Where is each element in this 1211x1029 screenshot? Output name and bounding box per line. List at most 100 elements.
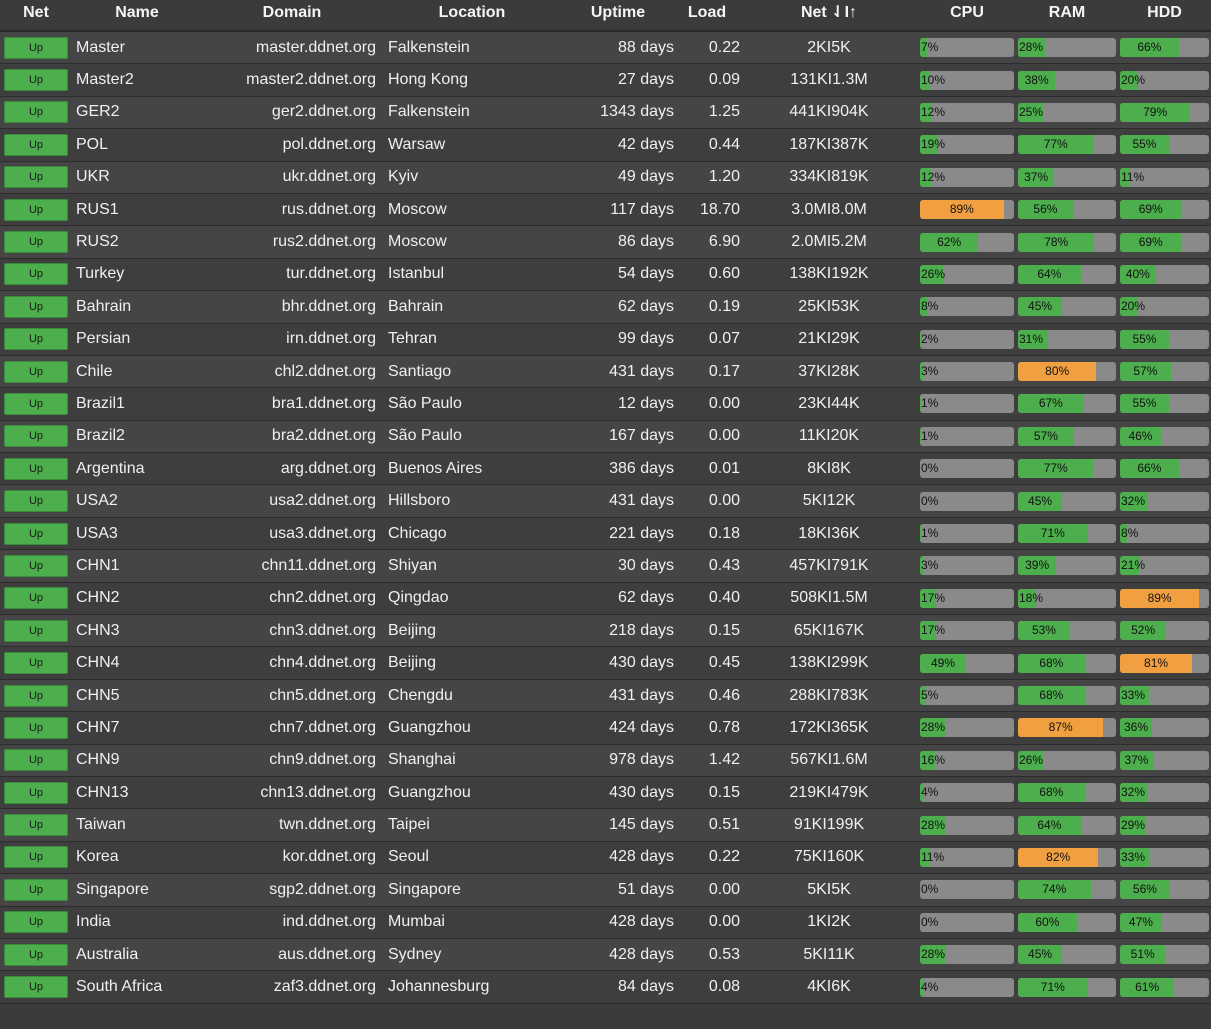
- hdd-usage-bar: 51%: [1120, 945, 1209, 965]
- net-status-cell: Up: [0, 420, 72, 454]
- server-hdd-cell: 46%: [1118, 420, 1211, 454]
- server-ram-cell: 64%: [1016, 808, 1118, 842]
- status-up-button[interactable]: Up: [4, 684, 68, 707]
- header-name[interactable]: Name: [72, 0, 202, 32]
- ram-usage-label: 77%: [1043, 137, 1068, 152]
- table-row: Up Chile chl2.ddnet.org Santiago 431 days 0.1…: [0, 355, 1211, 389]
- ram-usage-bar: 26%: [1018, 750, 1116, 770]
- status-up-button[interactable]: Up: [4, 392, 68, 415]
- status-up-button[interactable]: Up: [4, 814, 68, 837]
- hdd-usage-bar: 69%: [1120, 200, 1209, 220]
- hdd-usage-bar: 66%: [1120, 38, 1209, 58]
- table-row: Up CHN13 chn13.ddnet.org Guangzhou 430 days 0…: [0, 776, 1211, 810]
- header-cpu[interactable]: CPU: [918, 0, 1016, 32]
- status-up-button[interactable]: Up: [4, 490, 68, 513]
- header-domain[interactable]: Domain: [202, 0, 382, 32]
- server-hdd-cell: 56%: [1118, 873, 1211, 907]
- status-up-button[interactable]: Up: [4, 522, 68, 545]
- header-uptime[interactable]: Uptime: [562, 0, 674, 32]
- ram-usage-label: 53%: [1031, 623, 1056, 638]
- status-up-button[interactable]: Up: [4, 943, 68, 966]
- net-status-cell: Up: [0, 128, 72, 162]
- status-up-button[interactable]: Up: [4, 846, 68, 869]
- ram-usage-bar: 57%: [1018, 426, 1116, 446]
- hdd-usage-label: 55%: [1132, 137, 1157, 152]
- status-up-button[interactable]: Up: [4, 198, 68, 221]
- table-row: Up Brazil2 bra2.ddnet.org São Paulo 167 days…: [0, 420, 1211, 454]
- status-up-button[interactable]: Up: [4, 749, 68, 772]
- ram-usage-bar: 71%: [1018, 524, 1116, 544]
- status-up-button[interactable]: Up: [4, 554, 68, 577]
- net-status-cell: Up: [0, 808, 72, 842]
- server-domain: usa2.ddnet.org: [202, 484, 382, 518]
- status-up-button[interactable]: Up: [4, 69, 68, 92]
- ram-usage-bar: 56%: [1018, 200, 1116, 220]
- status-up-button[interactable]: Up: [4, 101, 68, 124]
- header-netio[interactable]: Net ⇃I↑: [740, 0, 918, 32]
- ram-usage-label: 74%: [1042, 882, 1067, 897]
- server-net-io: 172KI365K: [740, 711, 918, 745]
- status-up-button[interactable]: Up: [4, 878, 68, 901]
- server-location: Beijing: [382, 614, 562, 648]
- status-up-button[interactable]: Up: [4, 652, 68, 675]
- server-load: 0.19: [674, 290, 740, 324]
- status-up-button[interactable]: Up: [4, 587, 68, 610]
- hdd-usage-label: 11%: [1121, 169, 1145, 184]
- server-hdd-cell: 47%: [1118, 906, 1211, 939]
- table-row: Up Australia aus.ddnet.org Sydney 428 days 0.…: [0, 938, 1211, 972]
- status-up-button[interactable]: Up: [4, 36, 68, 59]
- server-cpu-cell: 11%: [918, 841, 1016, 875]
- header-hdd[interactable]: HDD: [1118, 0, 1211, 32]
- server-location: São Paulo: [382, 387, 562, 421]
- hdd-usage-label: 79%: [1143, 104, 1168, 119]
- server-name: Turkey: [72, 258, 202, 292]
- status-up-button[interactable]: Up: [4, 133, 68, 156]
- hdd-usage-bar: 20%: [1120, 70, 1209, 90]
- server-hdd-cell: 8%: [1118, 517, 1211, 551]
- server-domain: chn5.ddnet.org: [202, 679, 382, 713]
- cpu-usage-bar: 17%: [920, 621, 1014, 641]
- server-hdd-cell: 55%: [1118, 128, 1211, 162]
- status-up-button[interactable]: Up: [4, 911, 68, 934]
- cpu-usage-label: 0%: [921, 493, 939, 508]
- hdd-usage-label: 51%: [1130, 947, 1155, 962]
- server-net-io: 1KI2K: [740, 906, 918, 939]
- status-up-button[interactable]: Up: [4, 781, 68, 804]
- hdd-usage-bar: 56%: [1120, 880, 1209, 900]
- server-location: Istanbul: [382, 258, 562, 292]
- status-up-button[interactable]: Up: [4, 716, 68, 739]
- header-load[interactable]: Load: [674, 0, 740, 32]
- status-up-button[interactable]: Up: [4, 231, 68, 254]
- ram-usage-bar: 68%: [1018, 686, 1116, 705]
- cpu-usage-bar: 3%: [920, 362, 1014, 382]
- status-up-button[interactable]: Up: [4, 295, 68, 318]
- status-up-button[interactable]: Up: [4, 457, 68, 480]
- server-cpu-cell: 3%: [918, 549, 1016, 583]
- ram-usage-bar: 25%: [1018, 102, 1116, 122]
- header-ram[interactable]: RAM: [1016, 0, 1118, 32]
- hdd-usage-bar: 46%: [1120, 426, 1209, 446]
- server-load: 6.90: [674, 225, 740, 259]
- header-location[interactable]: Location: [382, 0, 562, 32]
- server-hdd-cell: 52%: [1118, 614, 1211, 648]
- server-domain: bra2.ddnet.org: [202, 420, 382, 454]
- hdd-usage-bar: 20%: [1120, 297, 1209, 317]
- table-row: Up Master master.ddnet.org Falkenstein 88 da…: [0, 31, 1211, 65]
- status-up-button[interactable]: Up: [4, 263, 68, 286]
- table-row: Up Turkey tur.ddnet.org Istanbul 54 days 0.60…: [0, 258, 1211, 292]
- hdd-usage-bar: 57%: [1120, 362, 1209, 382]
- status-up-button[interactable]: Up: [4, 166, 68, 189]
- status-up-button[interactable]: Up: [4, 976, 68, 999]
- server-location: Falkenstein: [382, 31, 562, 65]
- status-up-button[interactable]: Up: [4, 360, 68, 383]
- header-net[interactable]: Net: [0, 0, 72, 32]
- server-ram-cell: 60%: [1016, 906, 1118, 939]
- server-name: CHN13: [72, 776, 202, 810]
- hdd-usage-label: 21%: [1121, 558, 1146, 573]
- server-net-io: 11KI20K: [740, 420, 918, 454]
- ram-usage-label: 28%: [1019, 40, 1044, 55]
- status-up-button[interactable]: Up: [4, 328, 68, 351]
- cpu-usage-bar: 19%: [920, 135, 1014, 155]
- status-up-button[interactable]: Up: [4, 619, 68, 642]
- status-up-button[interactable]: Up: [4, 425, 68, 448]
